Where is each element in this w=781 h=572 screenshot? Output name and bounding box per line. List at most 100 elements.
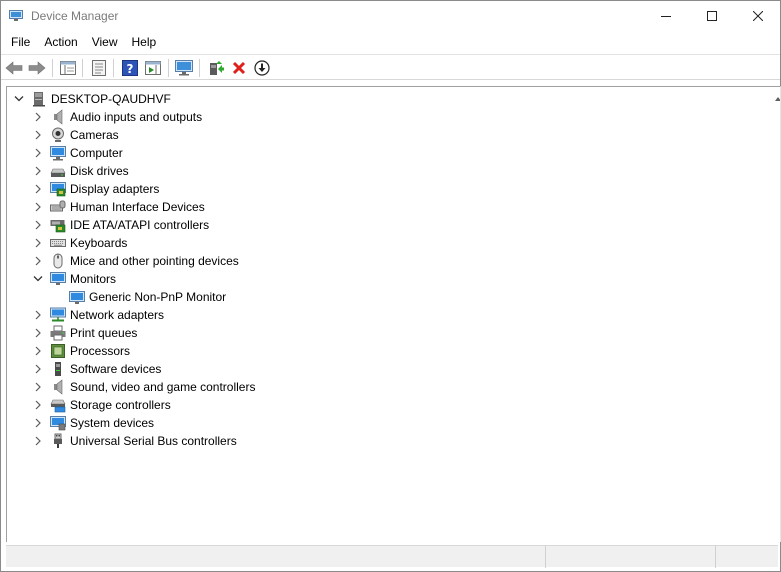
tree-item-label: Cameras (70, 128, 119, 142)
display-adapter-icon (50, 181, 66, 197)
menu-action[interactable]: Action (37, 32, 84, 54)
usb-icon (50, 433, 66, 449)
chevron-right-icon[interactable] (32, 201, 44, 213)
tree-root-node[interactable]: DESKTOP-QAUDHVF (7, 90, 767, 108)
tree-item-mice[interactable]: Mice and other pointing devices (7, 252, 767, 270)
scroll-up-arrow-icon[interactable] (775, 90, 780, 104)
tree-item-print-queues[interactable]: Print queues (7, 324, 767, 342)
keyboard-icon (50, 235, 66, 251)
tree-item-computer[interactable]: Computer (7, 144, 767, 162)
disk-drive-icon (50, 163, 66, 179)
svg-text:?: ? (127, 62, 134, 76)
computer-icon (50, 145, 66, 161)
chevron-right-icon[interactable] (32, 435, 44, 447)
status-cell-tertiary (716, 546, 778, 568)
chevron-down-icon[interactable] (32, 273, 44, 285)
chevron-right-icon[interactable] (32, 417, 44, 429)
toolbar-separator (82, 59, 83, 77)
camera-icon (50, 127, 66, 143)
tree-item-label: Monitors (70, 272, 117, 286)
tree-item-keyboards[interactable]: Keyboards (7, 234, 767, 252)
tree-item-disk-drives[interactable]: Disk drives (7, 162, 767, 180)
menu-file[interactable]: File (1, 32, 37, 54)
tree-item-label: System devices (70, 416, 155, 430)
chevron-right-icon[interactable] (32, 309, 44, 321)
chevron-right-icon[interactable] (32, 327, 44, 339)
show-hide-console-tree-icon (60, 61, 76, 75)
chevron-right-icon[interactable] (32, 165, 44, 177)
update-driver-icon (210, 61, 224, 75)
close-icon (753, 11, 763, 21)
scan-hardware-button[interactable] (174, 58, 194, 78)
printer-icon (50, 325, 66, 341)
chevron-right-icon[interactable] (32, 147, 44, 159)
minimize-button[interactable] (643, 1, 689, 31)
tree-item-label: Universal Serial Bus controllers (70, 434, 237, 448)
chevron-right-icon[interactable] (32, 219, 44, 231)
tree-device-label: Generic Non-PnP Monitor (89, 290, 227, 304)
tree-device-generic-monitor[interactable]: Generic Non-PnP Monitor (7, 288, 767, 306)
device-tree-panel[interactable]: DESKTOP-QAUDHVF Audio inputs and outputs… (6, 86, 781, 542)
chevron-right-icon[interactable] (32, 399, 44, 411)
tree-item-audio[interactable]: Audio inputs and outputs (7, 108, 767, 126)
chevron-right-icon[interactable] (32, 183, 44, 195)
tree-item-label: IDE ATA/ATAPI controllers (70, 218, 210, 232)
tree-item-label: Software devices (70, 362, 162, 376)
update-driver-button[interactable] (206, 58, 226, 78)
tree-item-label: Audio inputs and outputs (70, 110, 203, 124)
status-cell-main (6, 546, 546, 568)
chevron-right-icon[interactable] (32, 255, 44, 267)
tree-item-human-interface-devices[interactable]: Human Interface Devices (7, 198, 767, 216)
forward-arrow-icon (28, 61, 46, 75)
properties-button[interactable] (89, 58, 109, 78)
vertical-scrollbar[interactable] (774, 87, 780, 542)
status-cell-secondary (546, 546, 716, 568)
tree-item-software-devices[interactable]: Software devices (7, 360, 767, 378)
tree-item-label: Disk drives (70, 164, 129, 178)
menu-help[interactable]: Help (125, 32, 164, 54)
ide-controller-icon (50, 217, 66, 233)
mouse-icon (50, 253, 66, 269)
chevron-down-icon[interactable] (13, 93, 25, 105)
tree-item-network-adapters[interactable]: Network adapters (7, 306, 767, 324)
hid-icon (50, 199, 66, 215)
tree-item-display-adapters[interactable]: Display adapters (7, 180, 767, 198)
tree-item-monitors[interactable]: Monitors (7, 270, 767, 288)
scan-hardware-icon (175, 60, 193, 76)
forward-button[interactable] (27, 58, 47, 78)
chevron-right-icon[interactable] (32, 129, 44, 141)
tree-item-sound-video-game[interactable]: Sound, video and game controllers (7, 378, 767, 396)
chevron-right-icon[interactable] (32, 363, 44, 375)
close-button[interactable] (735, 1, 781, 31)
back-button[interactable] (4, 58, 24, 78)
enable-device-button[interactable] (252, 58, 272, 78)
help-icon: ? (122, 60, 138, 76)
show-hide-console-tree-button[interactable] (58, 58, 78, 78)
minimize-icon (661, 16, 671, 17)
title-bar[interactable]: Device Manager (1, 1, 780, 32)
status-bar (6, 545, 778, 568)
chevron-right-icon[interactable] (32, 111, 44, 123)
monitor-icon (50, 271, 66, 287)
properties-icon (92, 60, 106, 76)
action-pane-icon (145, 61, 161, 75)
maximize-button[interactable] (689, 1, 735, 31)
menu-view[interactable]: View (85, 32, 125, 54)
menu-bar: File Action View Help (1, 32, 780, 54)
computer-root-icon (31, 91, 47, 107)
tree-item-ide-controllers[interactable]: IDE ATA/ATAPI controllers (7, 216, 767, 234)
tree-item-storage-controllers[interactable]: Storage controllers (7, 396, 767, 414)
software-device-icon (50, 361, 66, 377)
action-pane-button[interactable] (143, 58, 163, 78)
tree-item-usb-controllers[interactable]: Universal Serial Bus controllers (7, 432, 767, 450)
tree-item-system-devices[interactable]: System devices (7, 414, 767, 432)
help-button[interactable]: ? (120, 58, 140, 78)
tree-item-processors[interactable]: Processors (7, 342, 767, 360)
chevron-right-icon[interactable] (32, 237, 44, 249)
chevron-right-icon[interactable] (32, 381, 44, 393)
uninstall-device-button[interactable] (229, 58, 249, 78)
tree-root-label: DESKTOP-QAUDHVF (51, 92, 171, 106)
tree-item-cameras[interactable]: Cameras (7, 126, 767, 144)
monitor-device-icon (69, 289, 85, 305)
chevron-right-icon[interactable] (32, 345, 44, 357)
